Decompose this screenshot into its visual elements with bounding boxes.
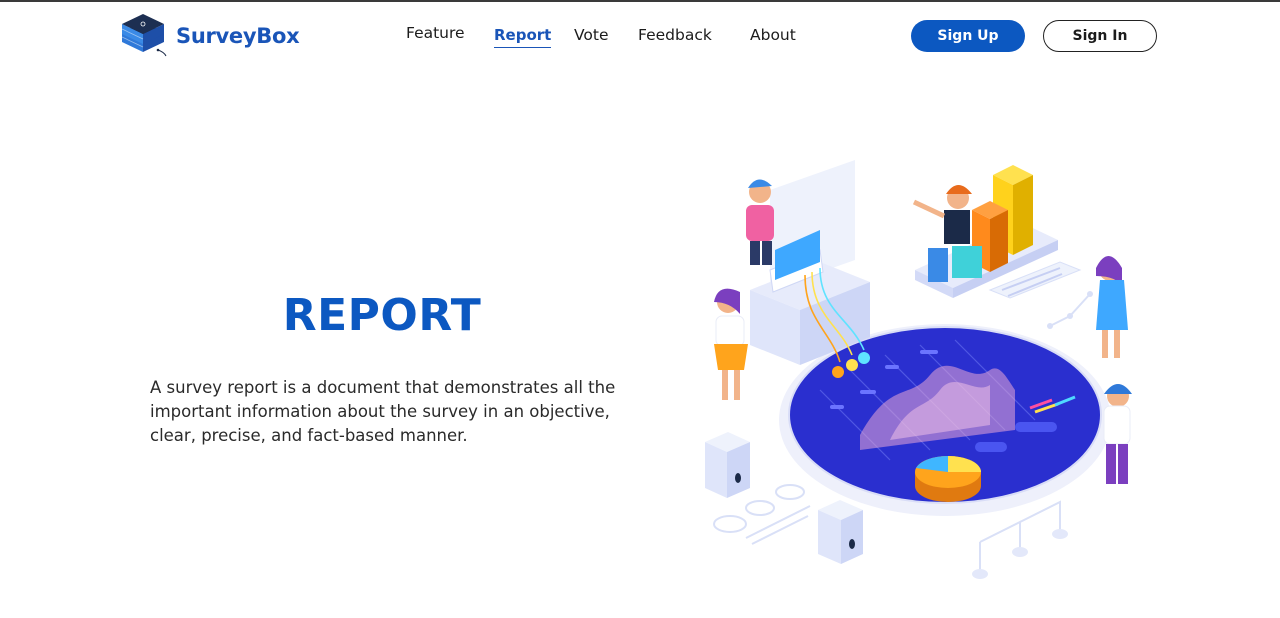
nav-item-vote[interactable]: Vote — [574, 26, 609, 44]
brand-logo[interactable]: SurveyBox — [118, 12, 300, 60]
nav-item-feedback[interactable]: Feedback — [638, 26, 712, 44]
nav-item-report[interactable]: Report — [494, 26, 552, 48]
nav-item-about[interactable]: About — [750, 26, 796, 44]
report-illustration — [705, 160, 1132, 579]
server-stack-icon — [121, 14, 167, 57]
site-header: SurveyBox Feature Report Vote Feedback A… — [0, 2, 1280, 68]
page-title: REPORT — [282, 290, 482, 341]
brand-name: SurveyBox — [176, 24, 300, 48]
nav-item-feature[interactable]: Feature — [406, 24, 465, 42]
sign-up-button[interactable]: Sign Up — [911, 20, 1025, 52]
sign-in-button[interactable]: Sign In — [1043, 20, 1157, 52]
hero-description: A survey report is a document that demon… — [150, 378, 616, 445]
